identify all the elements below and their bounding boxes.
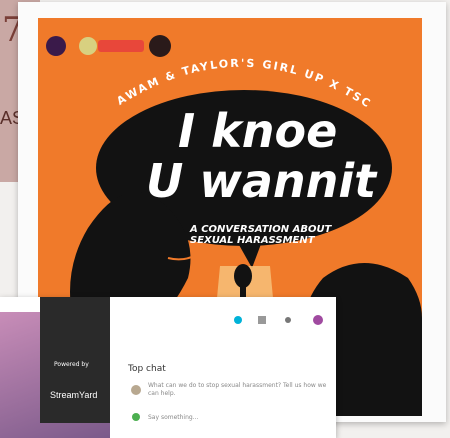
live-chat-panel: Top chat What can we do to stop sexual h…	[118, 312, 336, 438]
poster-title-line1: I knoe	[178, 104, 338, 158]
stream-screenshot: Powered by StreamYard Top chat What can …	[0, 297, 336, 438]
avatar	[131, 385, 141, 395]
notification-icon[interactable]	[234, 316, 242, 324]
poster-subtitle-line2: SEXUAL HARASSMENT	[190, 235, 315, 246]
profile-icon[interactable]	[313, 315, 323, 325]
taylors-logo	[79, 37, 97, 55]
bell-icon[interactable]	[285, 317, 291, 323]
tsc-logo	[149, 35, 171, 57]
poster-title-line2: U wannit	[146, 154, 377, 208]
grid-icon[interactable]	[258, 316, 266, 324]
awam-logo	[46, 36, 66, 56]
powered-by-label: Powered by	[54, 361, 89, 368]
streamyard-brand: StreamYard	[50, 390, 98, 400]
girl-up-logo	[98, 40, 144, 52]
poster-subtitle: A CONVERSATION ABOUT SEXUAL HARASSMENT	[190, 224, 340, 246]
chat-decorations	[131, 315, 323, 421]
avatar	[132, 413, 140, 421]
poster-subtitle-line1: A CONVERSATION ABOUT	[190, 224, 332, 235]
video-overlay-panel	[40, 297, 110, 423]
